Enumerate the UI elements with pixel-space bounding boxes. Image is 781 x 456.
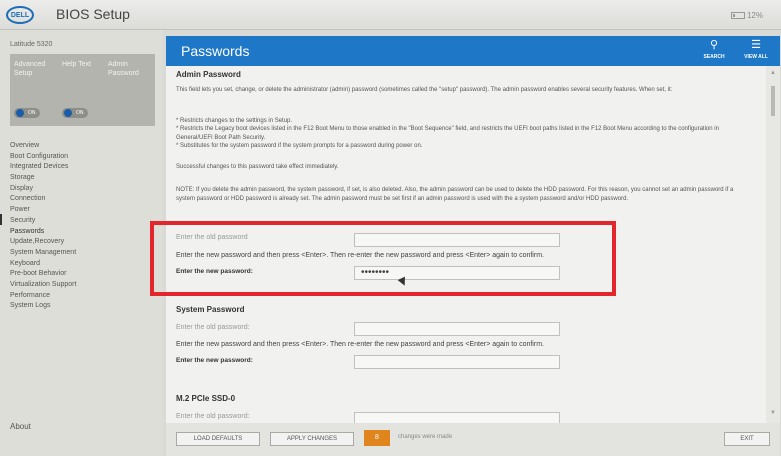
system-new-password-label: Enter the new password: (176, 357, 253, 364)
apply-changes-button[interactable]: APPLY CHANGES (270, 432, 354, 446)
system-new-password-input[interactable] (354, 355, 560, 369)
top-bar: DELL BIOS Setup 12% (0, 0, 781, 30)
view-all-button[interactable]: ☰ VIEW ALL (736, 36, 776, 66)
sidebar-item-update-recovery[interactable]: Update,Recovery (10, 237, 76, 248)
battery-status: 12% (730, 11, 763, 20)
admin-password-title: Admin Password (176, 70, 241, 79)
battery-icon (730, 12, 745, 19)
model-name: Latitude 5320 (10, 41, 53, 48)
load-defaults-button[interactable]: LOAD DEFAULTS (176, 432, 260, 446)
toggle-label-advanced-setup: Advanced Setup (14, 61, 46, 77)
scroll-up-icon[interactable]: ▲ (770, 70, 776, 76)
sidebar-item-boot-configuration[interactable]: Boot Configuration (10, 152, 76, 163)
sidebar-nav: Overview Boot Configuration Integrated D… (10, 141, 76, 312)
section-header: Passwords ⚲ SEARCH ☰ VIEW ALL (166, 36, 780, 66)
tree-view-icon: ☰ (751, 39, 761, 51)
toggle-label-help-text: Help Text (62, 61, 92, 68)
active-item-indicator (0, 214, 2, 225)
scroll-down-icon[interactable]: ▼ (770, 410, 776, 416)
m2-old-password-label: Enter the old password: (176, 413, 250, 420)
system-password-title: System Password (176, 305, 245, 314)
left-panel: Latitude 5320 Advanced Setup Help Text A… (0, 30, 163, 456)
sidebar-item-performance[interactable]: Performance (10, 291, 76, 302)
app-title: BIOS Setup (56, 6, 130, 22)
sidebar-item-keyboard[interactable]: Keyboard (10, 259, 76, 270)
help-text-toggle[interactable]: ON (62, 108, 88, 118)
sidebar-item-system-logs[interactable]: System Logs (10, 301, 76, 312)
footer-bar: LOAD DEFAULTS APPLY CHANGES 8 changes we… (166, 423, 780, 456)
exit-button[interactable]: EXIT (724, 432, 770, 446)
sidebar-item-system-management[interactable]: System Management (10, 248, 76, 259)
system-instruction: Enter the new password and then press <E… (176, 341, 544, 348)
advanced-setup-toggle[interactable]: ON (14, 108, 40, 118)
admin-password-description: This field lets you set, change, or dele… (176, 87, 673, 93)
view-all-label: VIEW ALL (744, 54, 768, 60)
m2-ssd-title: M.2 PCIe SSD-0 (176, 394, 236, 403)
admin-note: NOTE: If you delete the admin password, … (176, 187, 734, 202)
about-link[interactable]: About (10, 422, 31, 431)
page-title: Passwords (181, 43, 250, 59)
content-scrollbar[interactable]: ▲ ▼ (766, 66, 780, 423)
toggles-box: Advanced Setup Help Text Admin Password … (10, 54, 155, 126)
sidebar-item-power[interactable]: Power (10, 205, 76, 216)
scroll-thumb[interactable] (771, 86, 775, 116)
sidebar-item-virtualization-support[interactable]: Virtualization Support (10, 280, 76, 291)
battery-level: 12% (746, 11, 763, 20)
system-old-password-label: Enter the old password: (176, 324, 250, 331)
changes-status-text: changes were made (398, 434, 453, 440)
sidebar-item-passwords[interactable]: Passwords (10, 227, 76, 238)
sidebar-item-storage[interactable]: Storage (10, 173, 76, 184)
sidebar-item-overview[interactable]: Overview (10, 141, 76, 152)
sidebar-item-integrated-devices[interactable]: Integrated Devices (10, 162, 76, 173)
dell-logo: DELL (6, 6, 34, 24)
highlight-box (150, 221, 616, 296)
search-icon: ⚲ (709, 39, 719, 51)
sidebar-item-display[interactable]: Display (10, 184, 76, 195)
search-button[interactable]: ⚲ SEARCH (694, 36, 734, 66)
toggle-label-admin-password: Admin Password (108, 61, 139, 77)
sidebar-item-connection[interactable]: Connection (10, 194, 76, 205)
admin-bullet-3: * Substitutes for the system password if… (176, 143, 423, 149)
m2-old-password-input[interactable] (354, 412, 560, 423)
admin-effect-note: Successful changes to this password take… (176, 164, 339, 170)
admin-bullet-2: * Restricts the Legacy boot devices list… (176, 126, 719, 141)
system-old-password-input[interactable] (354, 322, 560, 336)
sidebar-item-pre-boot-behavior[interactable]: Pre-boot Behavior (10, 269, 76, 280)
sidebar-item-security[interactable]: Security (10, 216, 76, 227)
changes-count-badge: 8 (364, 430, 390, 446)
search-label: SEARCH (703, 54, 725, 60)
